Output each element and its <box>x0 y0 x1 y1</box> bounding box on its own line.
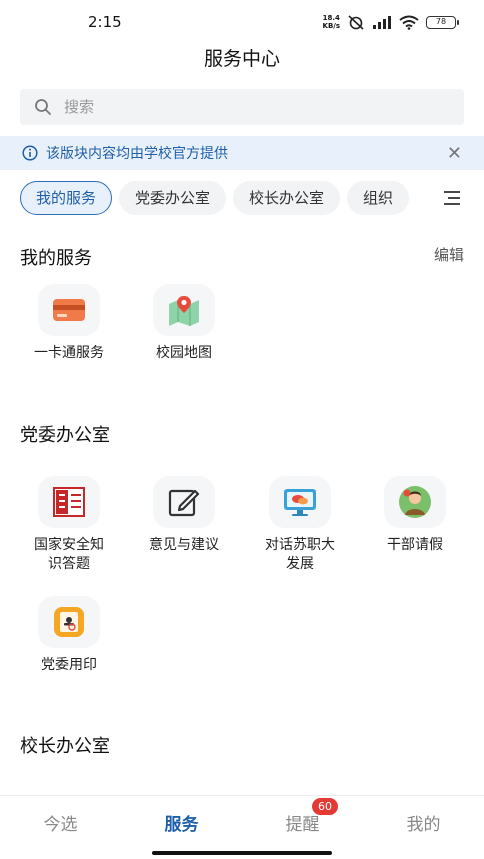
tab-organization[interactable]: 组织 <box>347 181 410 215</box>
service-item-party-seal[interactable]: 党委用印 <box>14 596 124 675</box>
wifi-icon <box>399 15 419 30</box>
section-title-my-services: 我的服务 <box>20 248 92 269</box>
service-item-leave-request[interactable]: 干部请假 <box>360 476 470 555</box>
section-title-president-office: 校长办公室 <box>20 736 110 757</box>
section-title-party-office: 党委办公室 <box>20 425 110 446</box>
notice-text: 该版块内容均由学校官方提供 <box>46 146 228 162</box>
network-speed-unit: KB/s <box>322 22 340 30</box>
notification-badge: 60 <box>312 798 338 815</box>
status-icons: 18.4 KB/s 78 <box>323 14 459 30</box>
leave-request-icon <box>399 486 431 518</box>
nav-label-reminders: 提醒 <box>285 815 320 835</box>
nav-item-mine[interactable]: 我的 <box>363 810 484 835</box>
service-label: 校园地图 <box>156 345 212 361</box>
seal-icon <box>54 607 84 637</box>
network-speed: 18.4 KB/s <box>323 14 340 30</box>
service-item-dialogue[interactable]: 对话苏职大发展 <box>245 476 355 574</box>
service-label: 意见与建议 <box>149 537 219 553</box>
nav-item-services[interactable]: 服务 <box>121 810 242 835</box>
category-tabs: 我的服务 党委办公室 校长办公室 组织 <box>20 181 436 217</box>
search-input[interactable] <box>64 98 424 116</box>
notice-bar: 该版块内容均由学校官方提供 ✕ <box>0 136 484 170</box>
page-title: 服务中心 <box>203 48 280 70</box>
search-box[interactable] <box>20 89 464 125</box>
service-item-campus-card[interactable]: 一卡通服务 <box>14 284 124 363</box>
bottom-nav: 今选 服务 提醒 60 我的 <box>0 795 484 859</box>
nav-item-today[interactable]: 今选 <box>0 810 121 835</box>
nav-item-reminders[interactable]: 提醒 60 <box>242 798 363 835</box>
battery-icon: 78 <box>426 15 459 29</box>
info-icon <box>22 145 38 161</box>
service-label: 干部请假 <box>387 537 443 553</box>
edit-icon <box>168 489 200 517</box>
service-label: 国家安全知识答题 <box>34 537 104 572</box>
service-item-suggestions[interactable]: 意见与建议 <box>129 476 239 555</box>
alarm-off-icon <box>348 15 364 30</box>
edit-button[interactable]: 编辑 <box>434 244 464 265</box>
dialogue-monitor-icon <box>284 489 316 516</box>
service-label: 一卡通服务 <box>34 345 104 361</box>
service-label: 党委用印 <box>41 657 97 673</box>
map-icon <box>169 296 199 326</box>
tab-president-office[interactable]: 校长办公室 <box>233 181 341 215</box>
tab-my-services[interactable]: 我的服务 <box>20 181 113 215</box>
national-security-icon <box>53 487 85 517</box>
close-icon[interactable]: ✕ <box>447 143 462 164</box>
service-item-campus-map[interactable]: 校园地图 <box>129 284 239 363</box>
home-indicator <box>152 851 332 855</box>
card-icon <box>53 299 85 321</box>
tab-party-office[interactable]: 党委办公室 <box>119 181 227 215</box>
filter-menu-icon[interactable] <box>442 188 462 208</box>
status-bar: 2:15 18.4 KB/s 78 <box>0 0 484 40</box>
search-icon <box>35 99 51 115</box>
network-speed-value: 18.4 <box>322 14 340 22</box>
service-item-national-security[interactable]: 国家安全知识答题 <box>14 476 124 574</box>
signal-icon <box>373 16 391 29</box>
service-label: 对话苏职大发展 <box>265 537 335 572</box>
status-time: 2:15 <box>88 13 122 31</box>
